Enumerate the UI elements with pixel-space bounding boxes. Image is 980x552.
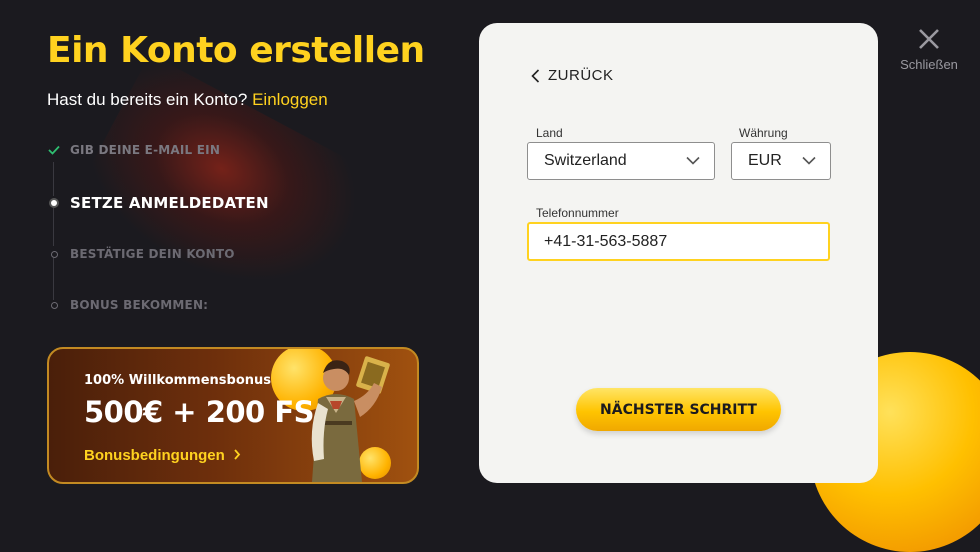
bonus-terms-label: Bonusbedingungen — [84, 447, 225, 464]
active-step-dot-icon — [47, 200, 61, 206]
back-button[interactable]: ZURÜCK — [531, 67, 614, 84]
pending-step-dot-icon — [47, 250, 61, 258]
step-connector — [53, 258, 54, 300]
currency-value: EUR — [748, 152, 782, 169]
chevron-right-icon — [234, 449, 241, 460]
step-credentials: SETZE ANMELDEDATEN — [47, 194, 269, 212]
close-label: Schließen — [900, 57, 958, 72]
bonus-subtitle: 100% Willkommensbonus — [84, 373, 272, 388]
step-label: BESTÄTIGE DEIN KONTO — [70, 247, 235, 261]
next-step-button[interactable]: NÄCHSTER SCHRITT — [576, 388, 781, 431]
step-label: BONUS BEKOMMEN: — [70, 298, 209, 312]
country-label: Land — [536, 126, 563, 140]
back-label: ZURÜCK — [548, 67, 614, 84]
bonus-terms-link[interactable]: Bonusbedingungen — [84, 447, 241, 464]
welcome-bonus-banner: 100% Willkommensbonus 500€ + 200 FS Bonu… — [47, 347, 419, 484]
chevron-down-icon — [802, 156, 816, 165]
close-button[interactable]: Schließen — [898, 28, 960, 72]
step-email: GIB DEINE E-MAIL EIN — [47, 143, 220, 157]
step-bonus: BONUS BEKOMMEN: — [47, 298, 208, 312]
step-confirm: BESTÄTIGE DEIN KONTO — [47, 247, 235, 261]
chevron-down-icon — [686, 156, 700, 165]
pending-step-dot-icon — [47, 301, 61, 309]
step-label: GIB DEINE E-MAIL EIN — [70, 143, 221, 157]
currency-label: Währung — [739, 126, 788, 140]
country-select[interactable]: Switzerland — [527, 142, 715, 180]
step-label: SETZE ANMELDEDATEN — [70, 194, 269, 212]
signup-form-card: ZURÜCK Land Switzerland Währung EUR Tele… — [479, 23, 878, 483]
step-connector — [53, 208, 54, 246]
step-connector — [53, 162, 54, 196]
close-icon — [919, 29, 939, 49]
bonus-headline: 500€ + 200 FS — [84, 395, 315, 429]
phone-input[interactable] — [527, 222, 830, 261]
explorer-character-icon — [311, 356, 390, 482]
currency-select[interactable]: EUR — [731, 142, 831, 180]
login-prompt: Hast du bereits ein Konto? Einloggen — [47, 90, 328, 110]
country-value: Switzerland — [544, 152, 627, 169]
page-title: Ein Konto erstellen — [47, 30, 425, 71]
checkmark-icon — [47, 145, 61, 155]
chevron-left-icon — [531, 68, 540, 83]
login-link[interactable]: Einloggen — [252, 90, 328, 109]
login-prompt-text: Hast du bereits ein Konto? — [47, 90, 248, 109]
signup-steps: GIB DEINE E-MAIL EIN SETZE ANMELDEDATEN … — [47, 140, 347, 320]
phone-label: Telefonnummer — [536, 206, 619, 220]
